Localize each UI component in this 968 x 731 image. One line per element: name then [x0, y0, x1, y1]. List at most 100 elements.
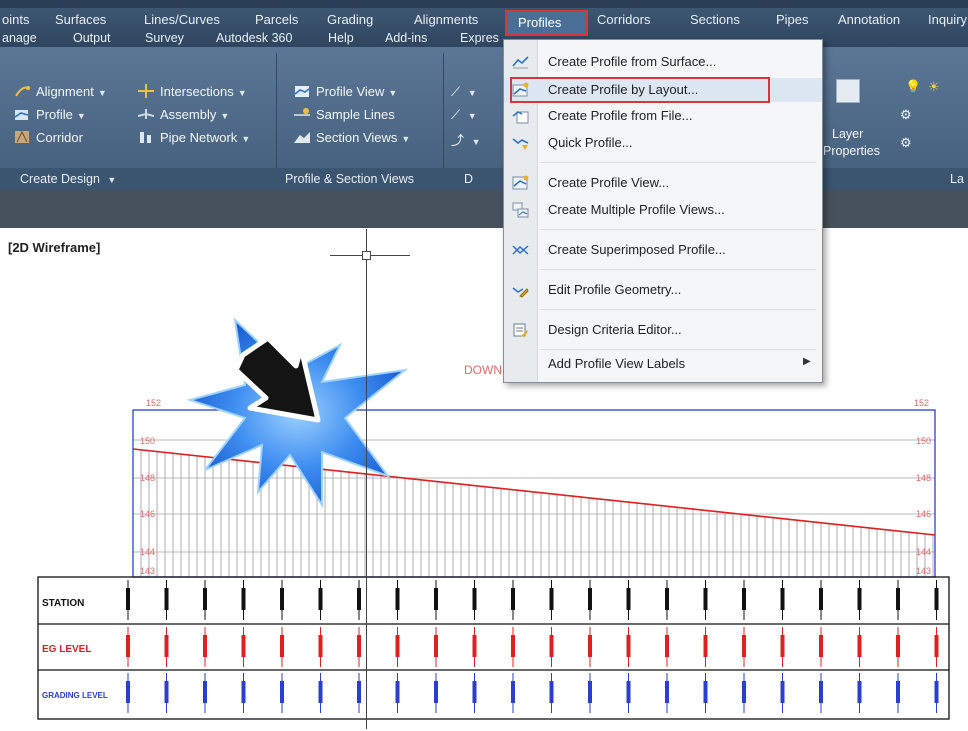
elevation-label-left: 152	[146, 398, 161, 408]
band-value-glyph	[511, 588, 515, 610]
elevation-label-left: 148	[140, 473, 155, 483]
band-value-glyph	[241, 681, 246, 703]
band-value-glyph	[434, 681, 438, 703]
band-value-glyph	[357, 681, 361, 703]
band-value-glyph	[703, 635, 708, 657]
menu-item-quick-profile[interactable]: Quick Profile...	[504, 131, 822, 155]
band-value-glyph	[318, 681, 323, 703]
band-value-glyph	[780, 588, 785, 610]
band-value-glyph	[203, 681, 207, 703]
band-value-glyph	[665, 681, 669, 703]
band-value-glyph	[819, 588, 823, 610]
band-value-glyph	[241, 588, 246, 610]
band-value-glyph	[588, 635, 592, 657]
band-value-glyph	[472, 681, 477, 703]
band-value-glyph	[434, 588, 438, 610]
menu-item-create-profile-from-surface[interactable]: Create Profile from Surface...	[504, 50, 822, 74]
menu-item-label: Create Superimposed Profile...	[548, 242, 726, 257]
band-value-glyph	[126, 681, 130, 703]
band-value-glyph	[857, 681, 862, 703]
band-label-eg-level: EG LEVEL	[42, 644, 91, 655]
band-value-glyph	[164, 635, 169, 657]
band-value-glyph	[395, 681, 400, 703]
highlight-annotation-box	[510, 77, 770, 103]
menu-item-add-profile-view-labels[interactable]: Add Profile View Labels ▶	[504, 352, 822, 376]
menu-separator	[540, 162, 816, 163]
crosshair-vertical	[366, 229, 367, 729]
band-value-glyph	[318, 588, 323, 610]
menu-item-label: Add Profile View Labels	[548, 356, 686, 371]
band-value-glyph	[588, 681, 592, 703]
band-label-grading-level: GRADING LEVEL	[42, 691, 108, 700]
menu-item-label: Create Profile from Surface...	[548, 54, 717, 69]
band-value-glyph	[819, 635, 823, 657]
menu-item-create-profile-view[interactable]: Create Profile View...	[504, 171, 822, 195]
edit-profile-geometry-icon	[512, 282, 529, 298]
band-value-glyph	[395, 635, 400, 657]
elevation-label-left: 146	[140, 509, 155, 519]
band-value-glyph	[857, 588, 862, 610]
menu-item-edit-profile-geometry[interactable]: Edit Profile Geometry...	[504, 278, 822, 302]
band-value-glyph	[511, 681, 515, 703]
menu-separator	[540, 309, 816, 310]
band-value-glyph	[703, 681, 708, 703]
band-value-glyph	[318, 635, 323, 657]
band-value-glyph	[203, 588, 207, 610]
menu-item-create-multiple-profile-views[interactable]: Create Multiple Profile Views...	[504, 198, 822, 222]
elevation-label-right: 148	[916, 473, 931, 483]
band-value-glyph	[472, 635, 477, 657]
band-value-glyph	[164, 681, 169, 703]
crosshair-pickbox	[362, 251, 371, 260]
menu-item-label: Create Multiple Profile Views...	[548, 202, 725, 217]
menu-item-create-profile-from-file[interactable]: Create Profile from File...	[504, 104, 822, 128]
band-value-glyph	[896, 588, 900, 610]
band-value-glyph	[280, 588, 284, 610]
design-criteria-editor-icon	[512, 322, 529, 338]
band-value-glyph	[164, 588, 169, 610]
band-value-marks	[126, 580, 939, 713]
band-value-glyph	[395, 588, 400, 610]
band-value-glyph	[549, 681, 554, 703]
band-value-glyph	[626, 588, 631, 610]
band-value-glyph	[742, 588, 746, 610]
menu-item-create-superimposed-profile[interactable]: Create Superimposed Profile...	[504, 238, 822, 262]
band-value-glyph	[626, 635, 631, 657]
multiple-profile-views-icon	[512, 202, 529, 218]
band-value-glyph	[280, 681, 284, 703]
band-value-glyph	[780, 681, 785, 703]
band-value-glyph	[934, 588, 939, 610]
elevation-label-left: 143	[140, 566, 155, 576]
band-value-glyph	[549, 635, 554, 657]
band-label-station: STATION	[42, 598, 84, 609]
profile-view-menu-icon	[512, 175, 529, 191]
elevation-label-right: 143	[916, 566, 931, 576]
elevation-label-right: 152	[914, 398, 929, 408]
band-value-glyph	[665, 588, 669, 610]
quick-profile-icon	[512, 135, 529, 151]
band-value-glyph	[896, 635, 900, 657]
band-value-glyph	[896, 681, 900, 703]
band-value-glyph	[241, 635, 246, 657]
superimposed-profile-icon	[512, 242, 529, 258]
menu-item-label: Quick Profile...	[548, 135, 633, 150]
band-value-glyph	[357, 635, 361, 657]
menu-item-design-criteria-editor[interactable]: Design Criteria Editor...	[504, 318, 822, 342]
elevation-label-right: 144	[916, 547, 931, 557]
band-value-glyph	[742, 681, 746, 703]
band-value-glyph	[511, 635, 515, 657]
band-value-glyph	[780, 635, 785, 657]
elevation-label-right: 146	[916, 509, 931, 519]
band-value-glyph	[857, 635, 862, 657]
band-value-glyph	[742, 635, 746, 657]
band-value-glyph	[934, 635, 939, 657]
band-value-glyph	[280, 635, 284, 657]
profile-from-surface-icon	[512, 54, 529, 70]
band-value-glyph	[549, 588, 554, 610]
band-value-glyph	[434, 635, 438, 657]
profile-from-file-icon	[512, 108, 529, 124]
band-value-glyph	[126, 588, 130, 610]
menu-item-label: Create Profile View...	[548, 175, 670, 190]
menu-separator	[540, 349, 816, 350]
menu-item-label: Create Profile from File...	[548, 108, 693, 123]
menu-separator	[540, 269, 816, 270]
